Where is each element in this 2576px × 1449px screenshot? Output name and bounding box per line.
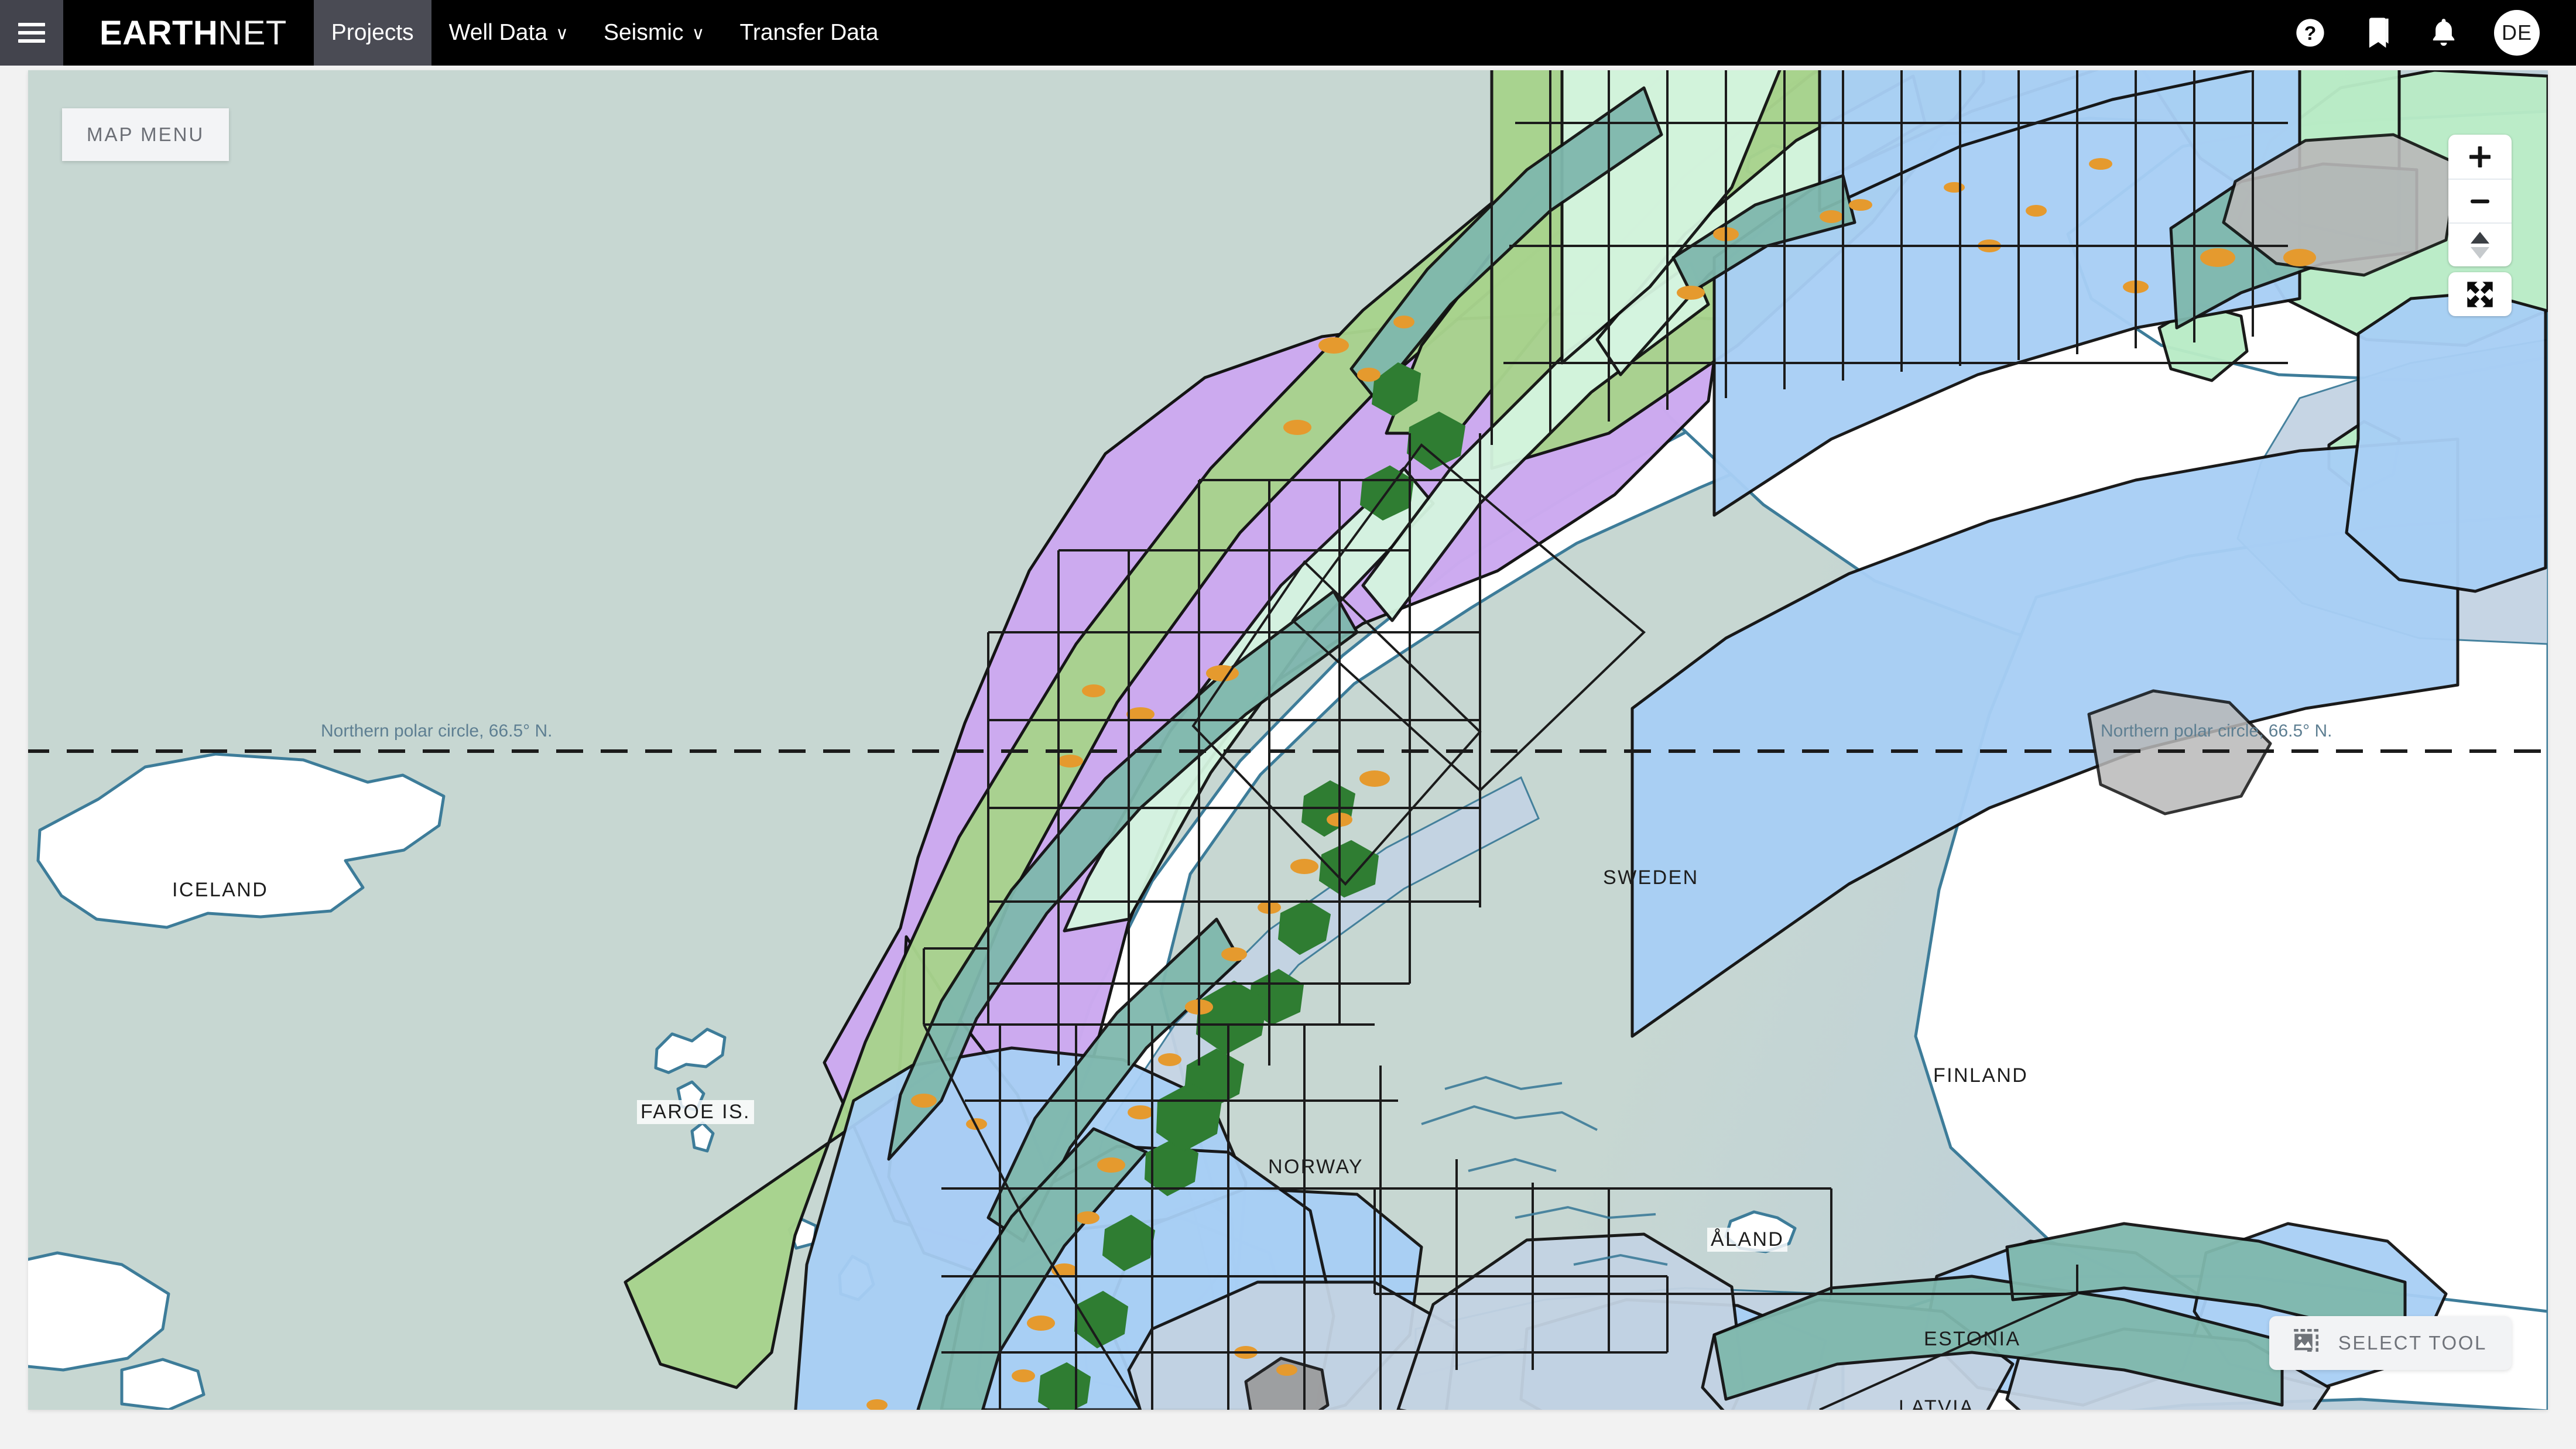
avatar-initials: DE — [2501, 20, 2532, 44]
hamburger-menu-icon[interactable] — [0, 0, 63, 66]
compass-icon — [2471, 231, 2489, 259]
map-canvas[interactable]: MAP MENU SELECT TOOL ICELAND FAROE IS. N… — [28, 70, 2548, 1410]
tab-seismic[interactable]: Seismic ∨ — [586, 0, 722, 66]
map-graphics — [28, 70, 2548, 1410]
tab-transfer-data[interactable]: Transfer Data — [722, 0, 896, 66]
chevron-down-icon: ∨ — [556, 24, 568, 43]
brand-secondary: NET — [218, 13, 287, 52]
compass-button[interactable] — [2448, 222, 2512, 266]
plus-icon — [2469, 146, 2491, 167]
fullscreen-icon — [2467, 281, 2493, 307]
select-area-icon — [2293, 1329, 2321, 1357]
app-logo[interactable]: EARTH NET — [63, 0, 314, 66]
top-navigation-bar: EARTH NET Projects Well Data ∨ Seismic ∨ … — [0, 0, 2576, 66]
nav-actions: ? DE — [2294, 0, 2576, 66]
tab-transfer-data-label: Transfer Data — [739, 20, 879, 45]
map-menu-button[interactable]: MAP MENU — [62, 108, 229, 161]
select-tool-label: SELECT TOOL — [2338, 1332, 2487, 1354]
map-zoom-group — [2448, 135, 2512, 266]
map-controls — [2448, 135, 2512, 316]
minus-icon — [2471, 199, 2489, 203]
map-fullscreen-group — [2448, 272, 2512, 316]
chevron-down-icon: ∨ — [691, 24, 705, 43]
svg-text:?: ? — [2304, 22, 2317, 44]
bookmark-icon[interactable] — [2361, 16, 2393, 49]
zoom-in-button[interactable] — [2448, 135, 2512, 179]
zoom-out-button[interactable] — [2448, 179, 2512, 222]
tab-seismic-label: Seismic — [603, 20, 684, 45]
select-tool-button[interactable]: SELECT TOOL — [2269, 1316, 2512, 1370]
fullscreen-button[interactable] — [2448, 272, 2512, 316]
hamburger-icon — [18, 18, 45, 47]
tab-projects[interactable]: Projects — [313, 0, 431, 66]
tab-well-data[interactable]: Well Data ∨ — [431, 0, 586, 66]
help-icon[interactable]: ? — [2294, 16, 2327, 49]
tab-projects-label: Projects — [331, 20, 414, 45]
map-menu-label: MAP MENU — [87, 124, 205, 145]
tab-well-data-label: Well Data — [448, 20, 548, 45]
brand-primary: EARTH — [100, 13, 218, 52]
user-avatar[interactable]: DE — [2494, 10, 2540, 56]
notification-bell-icon[interactable] — [2427, 16, 2460, 49]
